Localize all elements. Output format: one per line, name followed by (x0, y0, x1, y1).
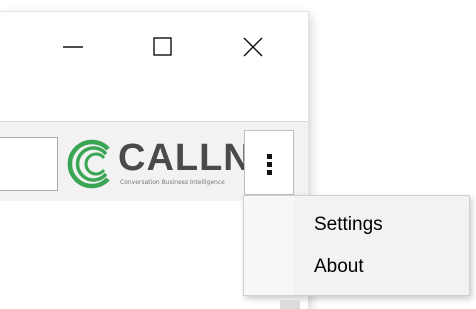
close-button[interactable] (230, 24, 276, 70)
maximize-icon (153, 37, 172, 56)
title-bar (0, 12, 308, 82)
minimize-icon (63, 46, 83, 48)
menu-icon-gutter (244, 196, 294, 295)
maximize-button[interactable] (140, 24, 186, 70)
search-input[interactable] (0, 137, 58, 191)
callminer-logo-c-icon (67, 139, 110, 189)
overflow-menu-button[interactable] (244, 130, 294, 195)
scrollbar-fragment[interactable] (280, 300, 300, 309)
close-icon (243, 37, 263, 57)
minimize-button[interactable] (50, 24, 96, 70)
logo-wordmark: CALLN (118, 137, 250, 179)
overflow-dropdown-menu: Settings About (243, 195, 470, 296)
menu-item-about[interactable]: About (314, 256, 364, 278)
logo-tagline: Conversation Business Intelligence (120, 179, 225, 186)
menu-item-settings[interactable]: Settings (314, 214, 383, 236)
brand-logo: CALLN Conversation Business Intelligence (64, 135, 250, 193)
